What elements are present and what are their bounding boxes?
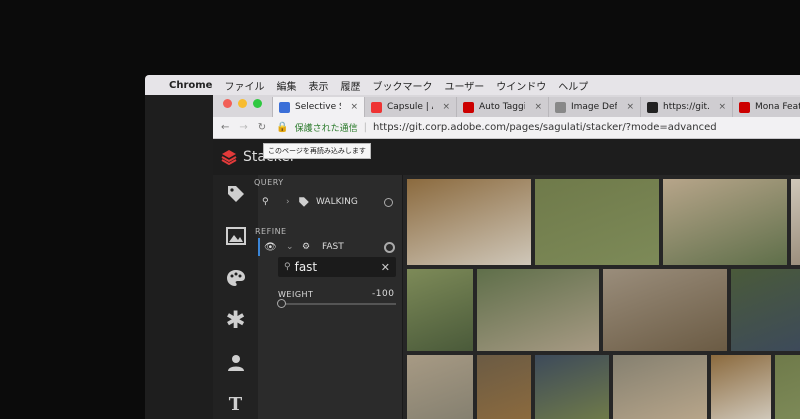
search-icon: ⚲ — [262, 197, 269, 207]
weight-slider[interactable] — [277, 299, 396, 308]
tab-favicon-icon — [739, 101, 750, 113]
results-grid — [407, 179, 800, 419]
tag-small-icon — [299, 197, 309, 207]
url-text[interactable]: https://git.corp.adobe.com/pages/sagulat… — [373, 122, 717, 133]
refine-heading: REFINE — [255, 227, 287, 236]
query-row[interactable]: ⚲ › WALKING — [258, 193, 403, 211]
tab-label: Mona Feat — [755, 102, 800, 112]
clear-search-icon[interactable]: ✕ — [381, 261, 390, 274]
reload-button[interactable]: ↻ — [258, 122, 266, 133]
weight-slider-knob[interactable] — [277, 299, 286, 308]
refine-term: FAST — [322, 242, 344, 252]
result-photo[interactable] — [663, 179, 787, 265]
refine-search-input[interactable]: ⚲ fast ✕ — [278, 257, 396, 277]
result-photo[interactable] — [711, 355, 771, 419]
tab-favicon-icon — [371, 101, 382, 113]
browser-window: Selective Simil×Capsule | Adob×Auto Tagg… — [213, 95, 800, 419]
person-icon[interactable] — [225, 351, 247, 373]
refine-panel: QUERY ⚲ › WALKING REFINE 👁 ⌄ ⚙ FAST ⚲ fa… — [254, 175, 403, 419]
chevron-right-icon: › — [286, 197, 290, 207]
tab-favicon-icon — [463, 101, 474, 113]
screen: Chrome ファイル 編集 表示 履歴 ブックマーク ユーザー ウインドウ ヘ… — [145, 75, 800, 419]
menu-people[interactable]: ユーザー — [444, 78, 484, 93]
browser-tab[interactable]: Auto Tagging × — [456, 97, 548, 117]
result-photo[interactable] — [603, 269, 727, 351]
menu-file[interactable]: ファイル — [224, 78, 264, 93]
query-heading: QUERY — [254, 178, 284, 187]
menu-edit[interactable]: 編集 — [276, 78, 296, 93]
zoom-window-button[interactable] — [253, 98, 262, 108]
browser-tab[interactable]: Mona Feat× — [732, 97, 800, 117]
menu-bookmarks[interactable]: ブックマーク — [372, 78, 432, 93]
result-photo[interactable] — [407, 179, 531, 265]
eye-icon[interactable]: 👁 — [264, 242, 277, 253]
tab-label: Capsule | Adob — [387, 102, 433, 112]
result-photo[interactable] — [791, 179, 800, 265]
tool-sidebar: ✱ T — [213, 175, 258, 419]
reload-tooltip: このページを再読み込みします — [263, 143, 371, 159]
close-window-button[interactable] — [223, 98, 232, 108]
result-photo[interactable] — [535, 355, 609, 419]
image-icon[interactable] — [225, 225, 247, 247]
refine-row[interactable]: 👁 ⌄ ⚙ FAST — [258, 238, 403, 256]
menu-view[interactable]: 表示 — [308, 78, 328, 93]
palette-icon[interactable] — [225, 267, 247, 289]
result-photo[interactable] — [477, 355, 531, 419]
browser-tab[interactable]: Image Defects × — [548, 97, 640, 117]
tag-icon[interactable] — [225, 183, 247, 205]
minimize-window-button[interactable] — [238, 98, 247, 108]
stacker-app: Stacker ✱ T QUERY — [213, 139, 800, 419]
window-controls — [213, 98, 272, 114]
stack-logo-icon — [221, 150, 237, 165]
tab-close-icon[interactable]: × — [718, 102, 726, 112]
result-photo[interactable] — [535, 179, 659, 265]
tab-strip: Selective Simil×Capsule | Adob×Auto Tagg… — [213, 95, 800, 117]
back-button[interactable]: ← — [221, 122, 229, 133]
result-photo[interactable] — [613, 355, 707, 419]
tab-label: Image Defects — [571, 102, 618, 112]
tab-favicon-icon — [555, 101, 566, 113]
tab-close-icon[interactable]: × — [442, 102, 450, 112]
menu-app-name[interactable]: Chrome — [169, 80, 212, 91]
tab-close-icon[interactable]: × — [350, 102, 358, 112]
menu-history[interactable]: 履歴 — [340, 78, 360, 93]
query-term: WALKING — [316, 197, 358, 207]
menu-help[interactable]: ヘルプ — [558, 78, 588, 93]
result-photo[interactable] — [407, 355, 473, 419]
chevron-down-icon[interactable]: ⌄ — [286, 242, 294, 252]
weight-label: WEIGHT — [278, 290, 314, 299]
forward-button[interactable]: → — [239, 122, 247, 133]
tab-label: Selective Simil — [295, 102, 341, 112]
result-photo[interactable] — [775, 355, 800, 419]
search-input-icon: ⚲ — [284, 262, 291, 272]
query-toggle[interactable] — [384, 197, 393, 207]
result-photo[interactable] — [407, 269, 473, 351]
browser-tab[interactable]: https://git.corp × — [640, 97, 732, 117]
result-photo[interactable] — [731, 269, 800, 351]
tab-close-icon[interactable]: × — [626, 102, 634, 112]
weight-value: -100 — [372, 289, 395, 299]
tab-label: https://git.corp — [663, 102, 710, 112]
menu-window[interactable]: ウインドウ — [496, 78, 546, 93]
secure-label: 保護された通信 — [294, 124, 358, 134]
mac-menubar: Chrome ファイル 編集 表示 履歴 ブックマーク ユーザー ウインドウ ヘ… — [145, 75, 800, 95]
result-photo[interactable] — [477, 269, 599, 351]
tab-label: Auto Tagging — [479, 102, 526, 112]
omnibox-divider: | — [363, 122, 368, 133]
tab-favicon-icon — [647, 101, 658, 113]
browser-tab[interactable]: Capsule | Adob × — [364, 97, 456, 117]
search-value: fast — [294, 260, 318, 274]
share-nodes-icon: ⚙ — [302, 242, 311, 252]
refine-toggle[interactable] — [384, 241, 395, 253]
tab-favicon-icon — [279, 101, 290, 113]
toolbar: ← → ↻ 🔒 保護された通信 | https://git.corp.adobe… — [213, 117, 800, 139]
browser-tab[interactable]: Selective Simil × — [272, 97, 364, 117]
asterisk-icon[interactable]: ✱ — [225, 306, 247, 334]
lock-icon: 🔒 — [276, 122, 289, 133]
text-icon[interactable]: T — [225, 393, 247, 415]
tab-close-icon[interactable]: × — [534, 102, 542, 112]
omnibox[interactable]: 🔒 保護された通信 | https://git.corp.adobe.com/p… — [276, 121, 716, 134]
